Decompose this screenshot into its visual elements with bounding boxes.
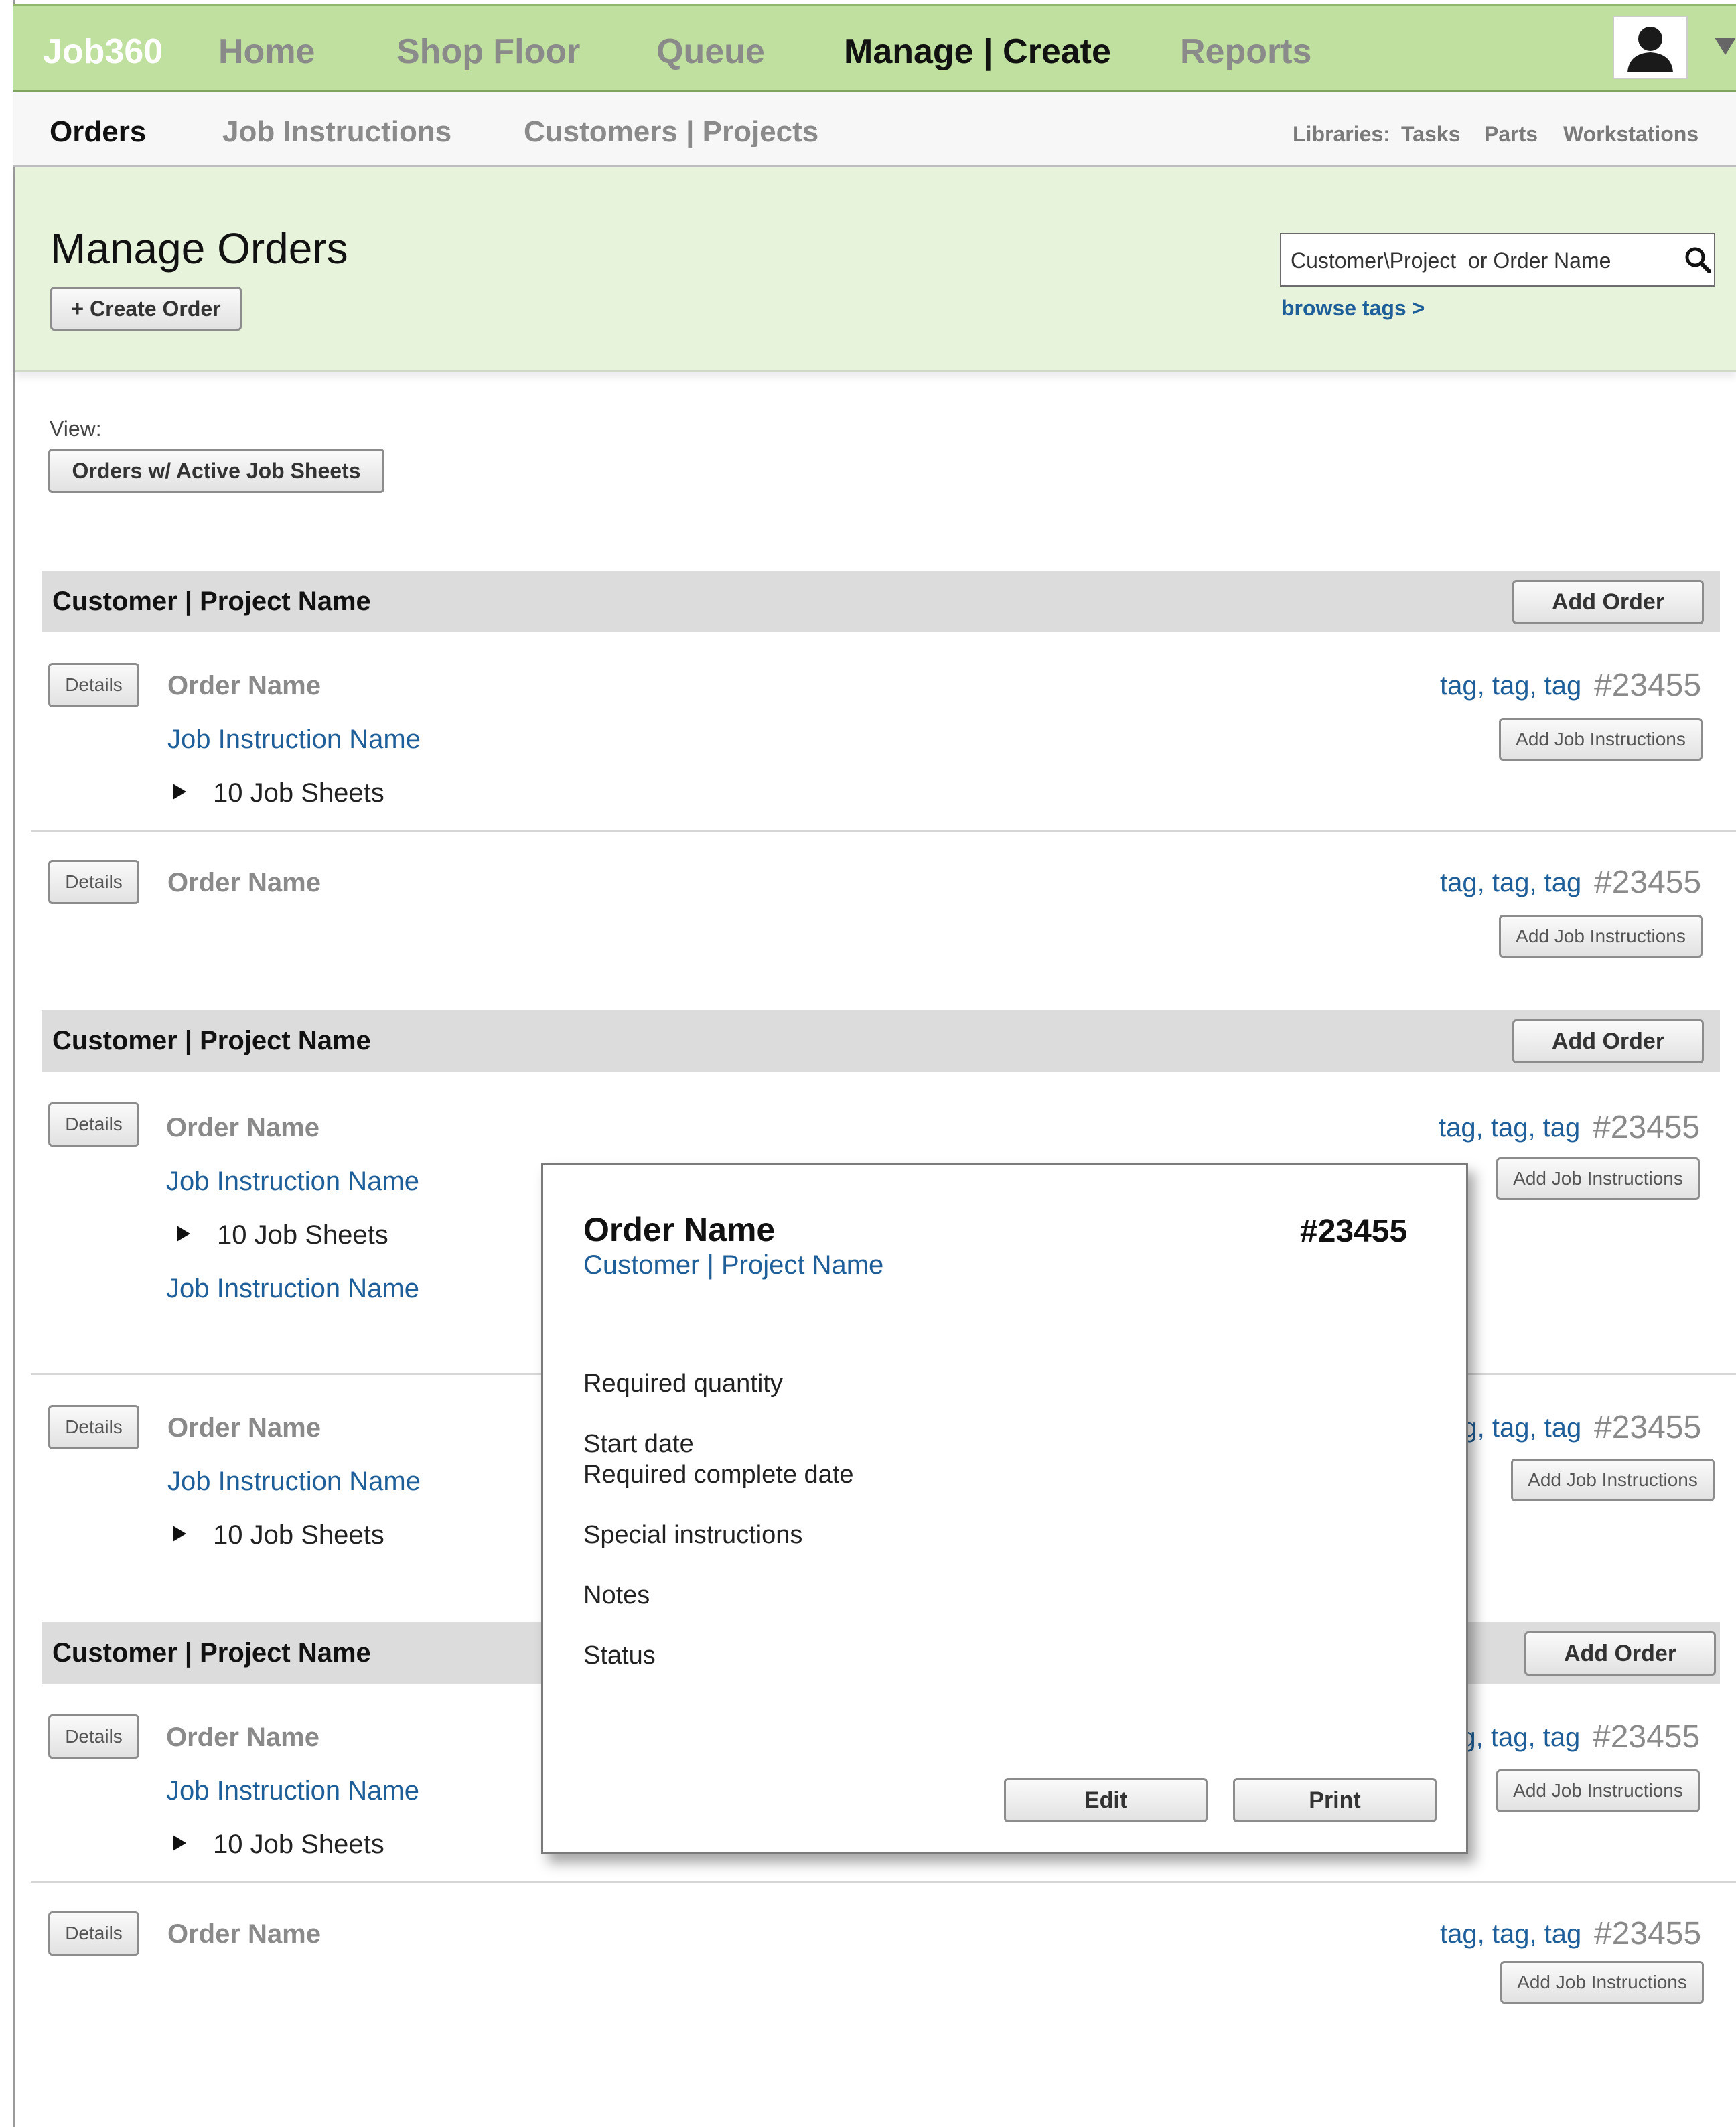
- avatar[interactable]: [1613, 16, 1688, 79]
- library-workstations[interactable]: Workstations: [1563, 122, 1698, 147]
- view-label: View:: [50, 417, 102, 441]
- add-job-instructions-button[interactable]: Add Job Instructions: [1500, 1961, 1704, 2004]
- tab-orders[interactable]: Orders: [50, 115, 146, 149]
- field-special-instructions: Special instructions: [583, 1521, 803, 1549]
- sub-nav: Orders Job Instructions Customers | Proj…: [13, 92, 1736, 167]
- details-button[interactable]: Details: [48, 1405, 139, 1449]
- field-required-quantity: Required quantity: [583, 1370, 783, 1398]
- job-sheets-toggle[interactable]: 10 Job Sheets: [173, 1830, 384, 1860]
- order-tags[interactable]: tag, tag, tag: [1440, 671, 1581, 701]
- brand-logo[interactable]: Job360: [43, 31, 163, 72]
- job-instruction-link[interactable]: Job Instruction Name: [166, 1776, 419, 1806]
- details-button[interactable]: Details: [48, 663, 139, 707]
- job-sheets-toggle[interactable]: 10 Job Sheets: [173, 778, 384, 808]
- group-title: Customer | Project Name: [52, 1638, 371, 1668]
- details-button[interactable]: Details: [48, 1714, 139, 1759]
- field-start-date: Start date: [583, 1430, 694, 1458]
- order-name[interactable]: Order Name: [167, 671, 321, 701]
- order-number: #23455: [1594, 1916, 1702, 1952]
- job-instruction-link[interactable]: Job Instruction Name: [166, 1167, 419, 1197]
- browse-tags-link[interactable]: browse tags >: [1281, 296, 1425, 321]
- order-name[interactable]: Order Name: [167, 1413, 321, 1443]
- search-box: [1280, 233, 1715, 287]
- job-sheets-count: 10 Job Sheets: [213, 778, 384, 808]
- order-name[interactable]: Order Name: [167, 1919, 321, 1950]
- order-name[interactable]: Order Name: [166, 1113, 319, 1143]
- tab-customers-projects[interactable]: Customers | Projects: [524, 115, 818, 149]
- job-sheets-count: 10 Job Sheets: [213, 1830, 384, 1859]
- expand-triangle-icon: [173, 1526, 186, 1542]
- add-order-button[interactable]: Add Order: [1512, 580, 1704, 624]
- libraries-label: Libraries:: [1293, 122, 1390, 146]
- edit-button[interactable]: Edit: [1004, 1778, 1208, 1822]
- job-sheets-count: 10 Job Sheets: [217, 1220, 388, 1250]
- expand-triangle-icon: [173, 1835, 186, 1852]
- page-header: Manage Orders + Create Order browse tags…: [15, 167, 1736, 372]
- order-tags[interactable]: tag, tag, tag: [1440, 868, 1581, 898]
- nav-queue[interactable]: Queue: [656, 31, 765, 72]
- details-button[interactable]: Details: [48, 860, 139, 904]
- order-tags[interactable]: tag, tag, tag: [1440, 1919, 1581, 1950]
- search-input[interactable]: [1289, 244, 1654, 277]
- add-job-instructions-button[interactable]: Add Job Instructions: [1511, 1459, 1715, 1501]
- add-order-button[interactable]: Add Order: [1524, 1631, 1716, 1676]
- add-job-instructions-button[interactable]: Add Job Instructions: [1496, 1769, 1700, 1812]
- job-instruction-link[interactable]: Job Instruction Name: [167, 1467, 421, 1497]
- order-number: #23455: [1593, 1719, 1701, 1755]
- print-button[interactable]: Print: [1233, 1778, 1437, 1822]
- group-title: Customer | Project Name: [52, 1026, 371, 1055]
- group-header: Customer | Project Name Add Order: [42, 1010, 1720, 1072]
- add-job-instructions-button[interactable]: Add Job Instructions: [1496, 1157, 1700, 1200]
- job-sheets-toggle[interactable]: 10 Job Sheets: [177, 1220, 388, 1250]
- field-status: Status: [583, 1641, 656, 1670]
- user-menu-caret-icon[interactable]: [1715, 38, 1736, 55]
- job-instruction-link[interactable]: Job Instruction Name: [167, 725, 421, 755]
- order-number: #23455: [1593, 1110, 1701, 1145]
- add-job-instructions-button[interactable]: Add Job Instructions: [1499, 915, 1703, 958]
- details-button[interactable]: Details: [48, 1102, 139, 1147]
- order-name[interactable]: Order Name: [167, 868, 321, 898]
- user-icon: [1628, 27, 1673, 72]
- expand-triangle-icon: [177, 1226, 190, 1242]
- details-button[interactable]: Details: [48, 1911, 139, 1956]
- nav-home[interactable]: Home: [218, 31, 315, 72]
- add-job-instructions-button[interactable]: Add Job Instructions: [1499, 718, 1703, 761]
- group-title: Customer | Project Name: [52, 587, 371, 616]
- order-details-modal: Order Name #23455 Customer | Project Nam…: [541, 1163, 1468, 1854]
- page-title: Manage Orders: [50, 224, 348, 273]
- modal-order-name: Order Name: [583, 1211, 776, 1248]
- library-tasks[interactable]: Tasks: [1401, 122, 1460, 147]
- modal-customer-link[interactable]: Customer | Project Name: [583, 1250, 883, 1280]
- add-order-button[interactable]: Add Order: [1512, 1019, 1704, 1064]
- job-sheets-count: 10 Job Sheets: [213, 1520, 384, 1550]
- order-number: #23455: [1594, 668, 1702, 703]
- nav-reports[interactable]: Reports: [1180, 31, 1311, 72]
- row-divider: [31, 830, 1736, 832]
- order-name[interactable]: Order Name: [166, 1722, 319, 1753]
- search-icon[interactable]: [1684, 246, 1711, 273]
- group-header: Customer | Project Name Add Order: [42, 571, 1720, 632]
- nav-shop-floor[interactable]: Shop Floor: [396, 31, 580, 72]
- row-divider: [31, 1881, 1736, 1883]
- tab-job-instructions[interactable]: Job Instructions: [222, 115, 451, 149]
- nav-manage-create[interactable]: Manage | Create: [844, 31, 1111, 72]
- job-sheets-toggle[interactable]: 10 Job Sheets: [173, 1520, 384, 1550]
- job-instruction-link[interactable]: Job Instruction Name: [166, 1274, 419, 1304]
- library-parts[interactable]: Parts: [1484, 122, 1538, 147]
- field-notes: Notes: [583, 1581, 650, 1609]
- order-number: #23455: [1594, 1410, 1702, 1445]
- create-order-button[interactable]: + Create Order: [50, 287, 242, 331]
- modal-order-number: #23455: [1300, 1214, 1408, 1249]
- order-number: #23455: [1594, 865, 1702, 900]
- view-selector-button[interactable]: Orders w/ Active Job Sheets: [48, 449, 384, 493]
- top-nav: Job360 Home Shop Floor Queue Manage | Cr…: [13, 4, 1736, 92]
- order-tags[interactable]: tag, tag, tag: [1439, 1113, 1580, 1143]
- expand-triangle-icon: [173, 784, 186, 800]
- field-required-complete-date: Required complete date: [583, 1461, 854, 1489]
